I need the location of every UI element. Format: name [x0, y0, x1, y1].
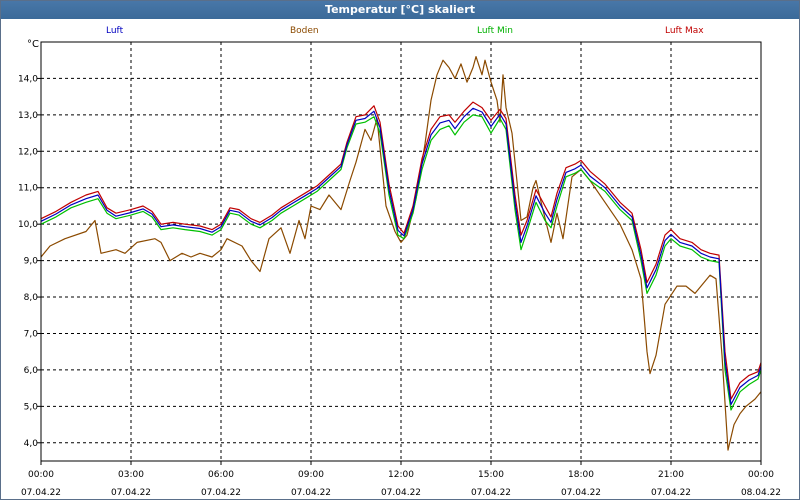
y-tick-label: 8,0 [24, 293, 39, 303]
x-tick-date: 07.04.22 [381, 488, 421, 498]
x-tick-date: 07.04.22 [111, 488, 151, 498]
x-tick-time: 21:00 [658, 470, 684, 480]
x-tick-date: 07.04.22 [471, 488, 511, 498]
y-tick-label: 5,0 [24, 402, 39, 412]
y-tick-label: 6,0 [24, 366, 39, 376]
x-tick-time: 06:00 [208, 470, 234, 480]
y-tick-label: 13,0 [18, 111, 38, 121]
x-tick-time: 15:00 [478, 470, 504, 480]
y-tick-label: 7,0 [24, 329, 39, 339]
x-tick-time: 00:00 [28, 470, 54, 480]
x-tick-date: 07.04.22 [291, 488, 331, 498]
y-tick-label: 12,0 [18, 147, 38, 157]
y-tick-label: 14,0 [18, 74, 38, 84]
chart-window: Temperatur [°C] skaliert Luft Boden Luft… [0, 0, 800, 500]
x-tick-time: 03:00 [118, 470, 144, 480]
y-tick-label: 4,0 [24, 439, 39, 449]
x-tick-date: 07.04.22 [651, 488, 691, 498]
x-tick-date: 08.04.22 [741, 488, 781, 498]
x-tick-time: 18:00 [568, 470, 594, 480]
x-tick-date: 07.04.22 [21, 488, 61, 498]
temperature-chart: 4,0 5,0 6,0 7,0 8,0 9,0 10,0 11,0 12,0 13,0 14,0 00… [18, 41, 781, 498]
x-tick-time: 12:00 [388, 470, 414, 480]
x-tick-date: 07.04.22 [201, 488, 241, 498]
y-tick-label: 9,0 [24, 257, 39, 267]
x-tick-time: 00:00 [748, 470, 774, 480]
x-tick-date: 07.04.22 [561, 488, 601, 498]
y-tick-label: 10,0 [18, 220, 38, 230]
y-tick-label: 11,0 [18, 184, 38, 194]
x-tick-time: 09:00 [298, 470, 324, 480]
